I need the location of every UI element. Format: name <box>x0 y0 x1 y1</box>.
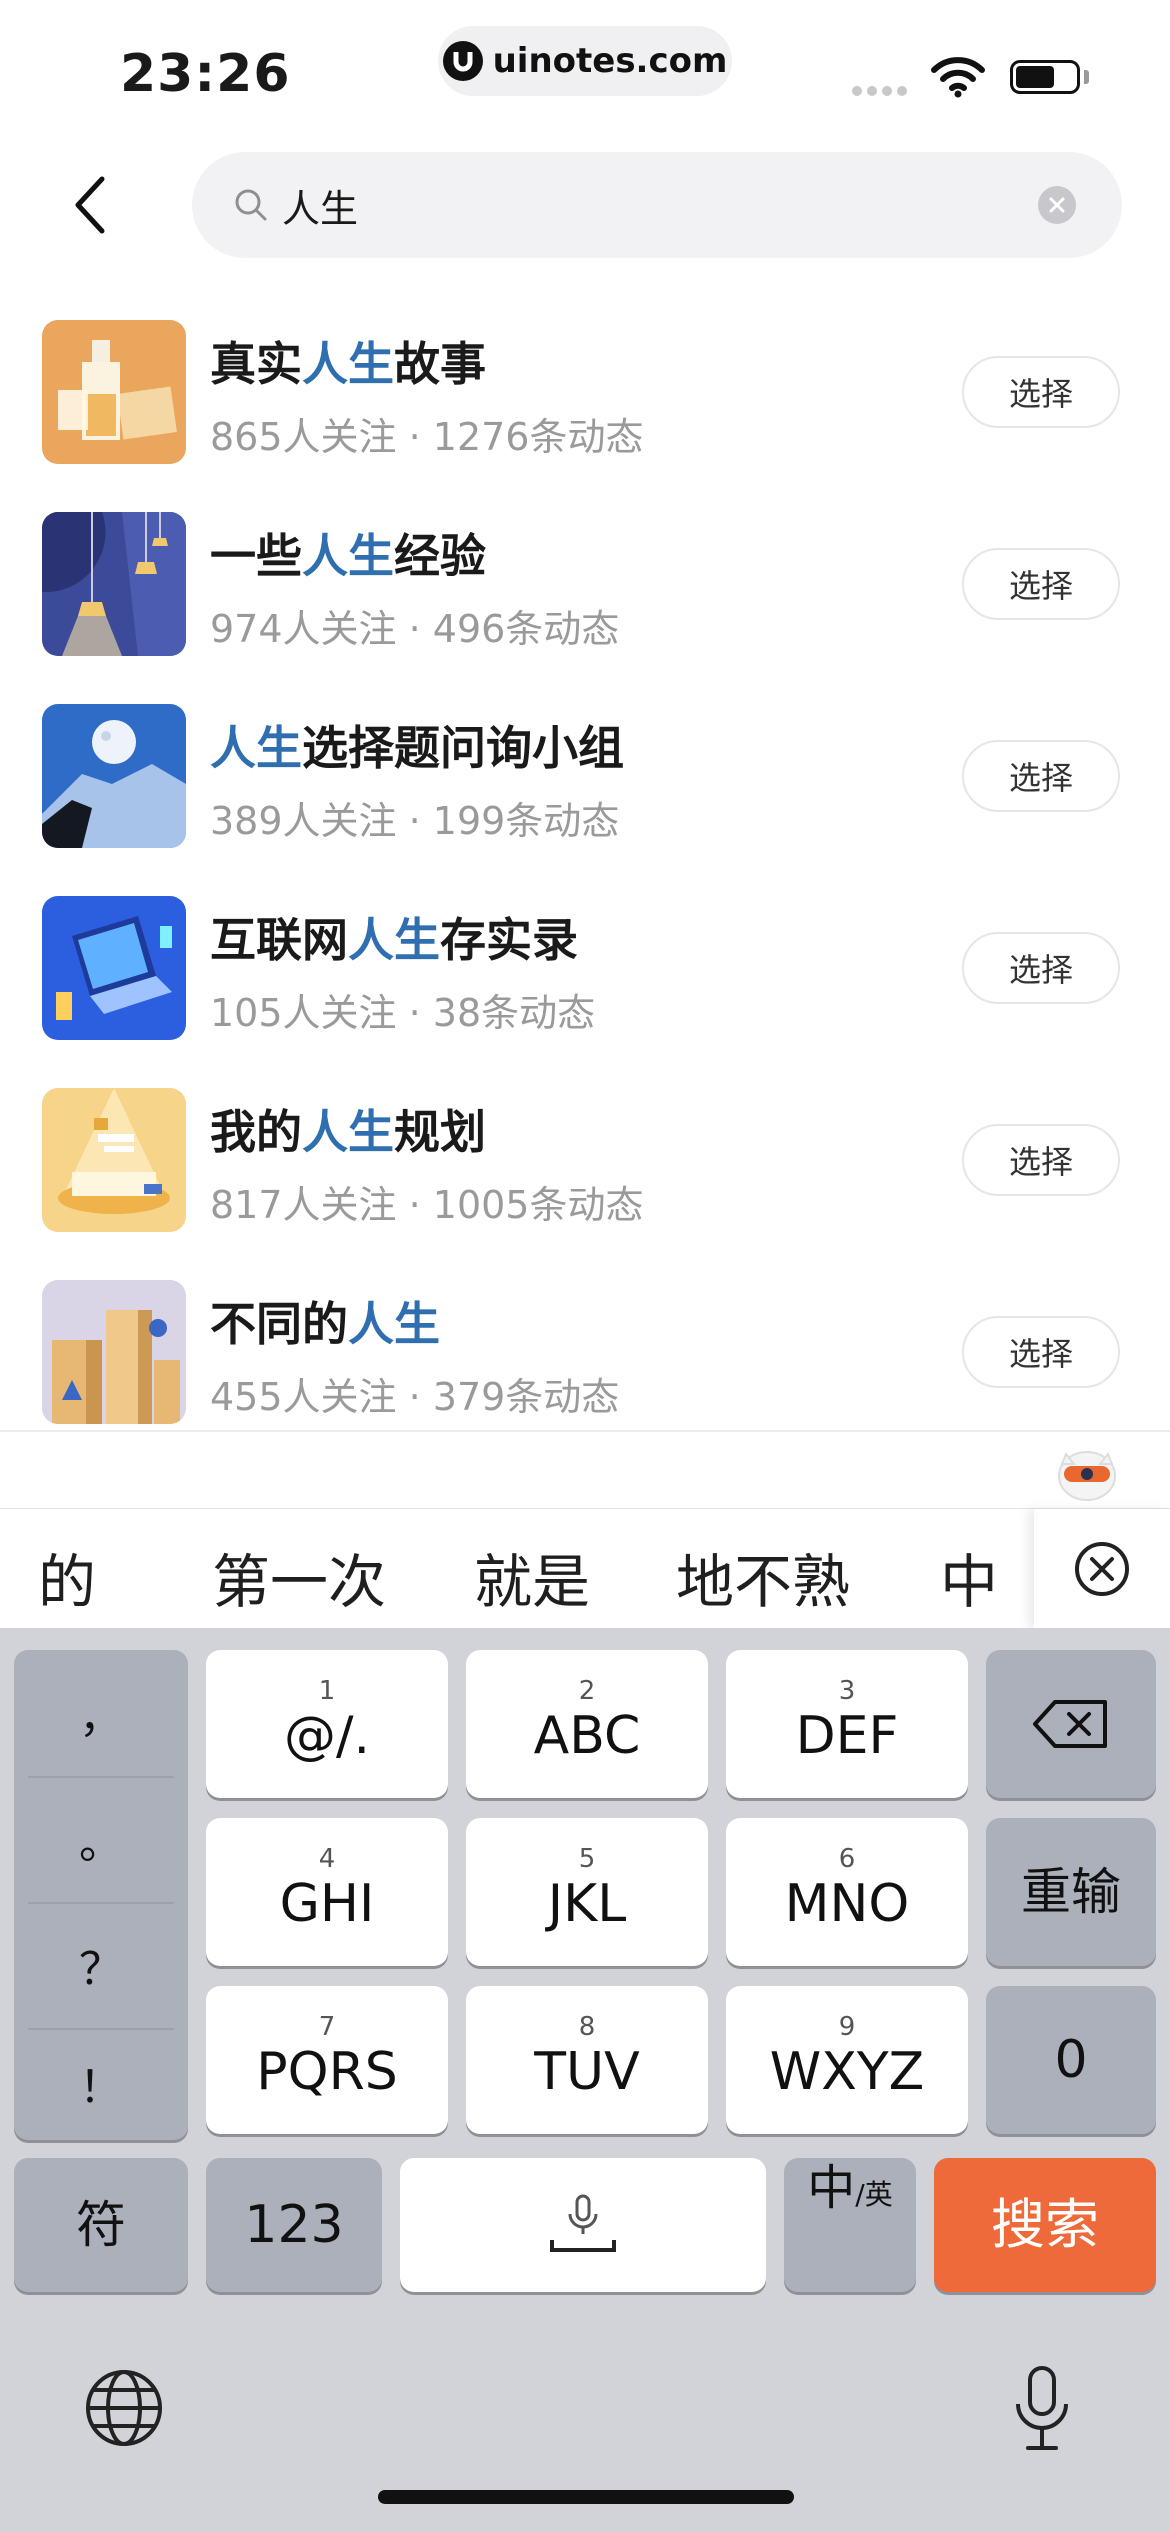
blocks-image <box>42 1280 186 1424</box>
punctuation-key[interactable]: ， <box>14 1650 188 1776</box>
item-meta: 974人关注 · 496条动态 <box>210 607 620 651</box>
select-button[interactable]: 选择 <box>962 1316 1120 1388</box>
back-button[interactable] <box>60 170 120 240</box>
candidate-bar: 的 第一次 就是 地不熟 中 <box>0 1508 1170 1629</box>
wifi-icon <box>930 56 986 102</box>
item-title: 人生选择题问询小组 <box>210 721 624 775</box>
select-button[interactable]: 选择 <box>962 548 1120 620</box>
moon-mountain-image <box>42 704 186 848</box>
divider <box>0 1430 1170 1432</box>
candidate-word[interactable]: 中 <box>940 1535 998 1619</box>
search-bar[interactable] <box>192 152 1122 258</box>
laptop-isometric-image <box>42 896 186 1040</box>
keyboard-mascot-icon[interactable] <box>1052 1440 1122 1504</box>
close-circle-icon <box>1075 1542 1129 1596</box>
select-button[interactable]: 选择 <box>962 1124 1120 1196</box>
language-key[interactable]: 中/英 <box>784 2158 916 2292</box>
list-item[interactable]: 我的人生规划 817人关注 · 1005条动态 选择 <box>0 1064 1170 1256</box>
search-icon <box>235 189 267 221</box>
microphone-space-icon <box>550 2194 616 2252</box>
lamps-image <box>42 512 186 656</box>
result-list: 真实人生故事 865人关注 · 1276条动态 选择 一些人生经验 974人关注… <box>0 296 1170 1448</box>
item-title: 不同的人生 <box>210 1297 440 1351</box>
home-indicator[interactable] <box>378 2490 794 2504</box>
clear-circle-icon <box>1049 197 1065 213</box>
list-item[interactable]: 不同的人生 455人关注 · 379条动态 选择 <box>0 1256 1170 1448</box>
candidate-word[interactable]: 的 <box>38 1535 96 1619</box>
item-meta: 389人关注 · 199条动态 <box>210 799 620 843</box>
list-item[interactable]: 一些人生经验 974人关注 · 496条动态 选择 <box>0 488 1170 680</box>
chevron-left-icon <box>75 176 105 234</box>
candidate-word[interactable]: 第一次 <box>212 1535 386 1619</box>
status-time: 23:26 <box>120 44 291 104</box>
key-9[interactable]: 9 WXYZ <box>726 1986 968 2134</box>
item-meta: 817人关注 · 1005条动态 <box>210 1183 644 1227</box>
search-key[interactable]: 搜索 <box>934 2158 1156 2292</box>
key-3[interactable]: 3 DEF <box>726 1650 968 1798</box>
uinotes-logo-icon <box>442 41 483 81</box>
url-text: uinotes.com <box>492 41 728 81</box>
key-8[interactable]: 8 TUV <box>466 1986 708 2134</box>
list-item[interactable]: 真实人生故事 865人关注 · 1276条动态 选择 <box>0 296 1170 488</box>
status-bar: 23:26 uinotes.com <box>0 0 1170 140</box>
globe-icon[interactable] <box>84 2368 164 2448</box>
item-title: 我的人生规划 <box>210 1105 486 1159</box>
key-4[interactable]: 4 GHI <box>206 1818 448 1966</box>
signal-dots-icon <box>852 86 907 96</box>
candidate-close-button[interactable] <box>1034 1509 1170 1629</box>
item-title: 一些人生经验 <box>210 529 486 583</box>
select-button[interactable]: 选择 <box>962 740 1120 812</box>
key-0[interactable]: 0 <box>986 1986 1156 2134</box>
symbols-key[interactable]: 符 <box>14 2158 188 2292</box>
backspace-key[interactable] <box>986 1650 1156 1798</box>
punctuation-key[interactable]: ？ <box>14 1902 188 2028</box>
punctuation-key[interactable]: 。 <box>14 1776 188 1902</box>
key-6[interactable]: 6 MNO <box>726 1818 968 1966</box>
list-item[interactable]: 人生选择题问询小组 389人关注 · 199条动态 选择 <box>0 680 1170 872</box>
clear-button[interactable] <box>1038 186 1076 224</box>
punctuation-column[interactable]: ， 。 ？ ！ <box>14 1650 188 2140</box>
item-title: 互联网人生存实录 <box>210 913 578 967</box>
select-button[interactable]: 选择 <box>962 356 1120 428</box>
select-button[interactable]: 选择 <box>962 932 1120 1004</box>
item-meta: 455人关注 · 379条动态 <box>210 1375 620 1419</box>
backspace-icon <box>1033 1700 1107 1748</box>
key-5[interactable]: 5 JKL <box>466 1818 708 1966</box>
numbers-key[interactable]: 123 <box>206 2158 382 2292</box>
whisky-glass-image <box>42 320 186 464</box>
key-1[interactable]: 1 @/. <box>206 1650 448 1798</box>
item-meta: 865人关注 · 1276条动态 <box>210 415 644 459</box>
reinput-key[interactable]: 重输 <box>986 1818 1156 1966</box>
candidate-word[interactable]: 就是 <box>474 1535 590 1619</box>
space-key[interactable] <box>400 2158 766 2292</box>
key-7[interactable]: 7 PQRS <box>206 1986 448 2134</box>
battery-icon <box>1010 60 1080 94</box>
keyboard: ， 。 ？ ！ 1 @/. 2 ABC 3 DEF 4 GHI 5 JKL 6 MNO 重输… <box>0 1628 1170 2532</box>
punctuation-key[interactable]: ！ <box>14 2020 188 2146</box>
plan-desk-image <box>42 1088 186 1232</box>
search-input[interactable] <box>282 183 982 227</box>
microphone-icon[interactable] <box>1010 2364 1074 2452</box>
list-item[interactable]: 互联网人生存实录 105人关注 · 38条动态 选择 <box>0 872 1170 1064</box>
key-2[interactable]: 2 ABC <box>466 1650 708 1798</box>
item-title: 真实人生故事 <box>210 337 486 391</box>
item-meta: 105人关注 · 38条动态 <box>210 991 596 1035</box>
candidate-word[interactable]: 地不熟 <box>676 1535 850 1619</box>
url-pill[interactable]: uinotes.com <box>438 26 732 96</box>
